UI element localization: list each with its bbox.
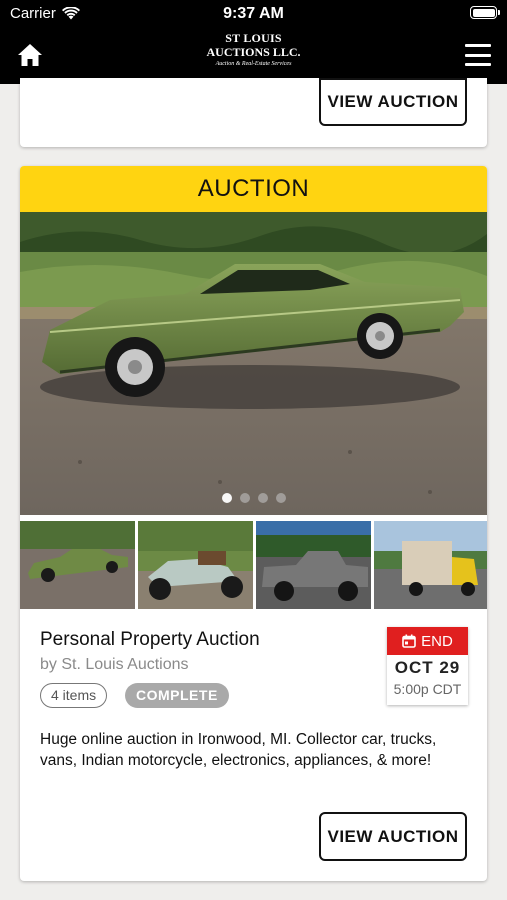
carousel-dots[interactable] — [20, 493, 487, 503]
thumbnail-strip — [20, 521, 487, 609]
thumbnail-car[interactable] — [20, 521, 135, 609]
end-date-header: END — [387, 627, 468, 655]
previous-auction-card: VIEW AUCTION — [20, 78, 487, 147]
view-auction-button-previous[interactable]: VIEW AUCTION — [319, 78, 467, 126]
green-car-photo — [20, 212, 487, 515]
status-bar: Carrier 9:37 AM — [0, 0, 507, 26]
end-label: END — [421, 632, 453, 650]
thumbnail-box-truck[interactable] — [374, 521, 487, 609]
items-count-badge: 4 items — [40, 683, 108, 708]
battery-icon — [470, 6, 500, 19]
logo-line1: ST LOUIS — [225, 31, 282, 45]
end-date: OCT 29 — [394, 658, 461, 677]
carousel-dot-1[interactable] — [221, 493, 232, 503]
nav-bar: ST LOUIS AUCTIONS LLC. Auction & Real-Es… — [0, 26, 507, 84]
carousel-dot-2[interactable] — [239, 493, 250, 503]
status-badge: COMPLETE — [125, 683, 229, 708]
carousel-image[interactable] — [20, 212, 487, 515]
calendar-icon — [402, 634, 416, 648]
carousel-dot-4[interactable] — [275, 493, 286, 503]
end-time: 5:00p CDT — [393, 681, 462, 697]
auction-description: Huge online auction in Ironwood, MI. Col… — [40, 731, 437, 769]
auction-card: AUCTION Personal Property Auction by St.… — [20, 166, 487, 881]
logo[interactable]: ST LOUIS AUCTIONS LLC. Auction & Real-Es… — [0, 31, 507, 67]
logo-tagline: Auction & Real-Estate Services — [215, 61, 292, 67]
carousel-dot-3[interactable] — [257, 493, 268, 503]
auction-byline: by St. Louis Auctions — [40, 656, 189, 673]
logo-line2: AUCTIONS LLC. — [206, 45, 301, 59]
view-auction-button[interactable]: VIEW AUCTION — [319, 812, 467, 861]
thumbnail-truck[interactable] — [256, 521, 371, 609]
clock: 9:37 AM — [223, 5, 284, 22]
auction-banner: AUCTION — [20, 166, 487, 212]
end-date-badge: END OCT 29 5:00p CDT — [387, 627, 468, 705]
thumbnail-motorcycle[interactable] — [138, 521, 253, 609]
hamburger-menu-icon[interactable] — [465, 44, 491, 66]
auction-title[interactable]: Personal Property Auction — [40, 629, 260, 651]
